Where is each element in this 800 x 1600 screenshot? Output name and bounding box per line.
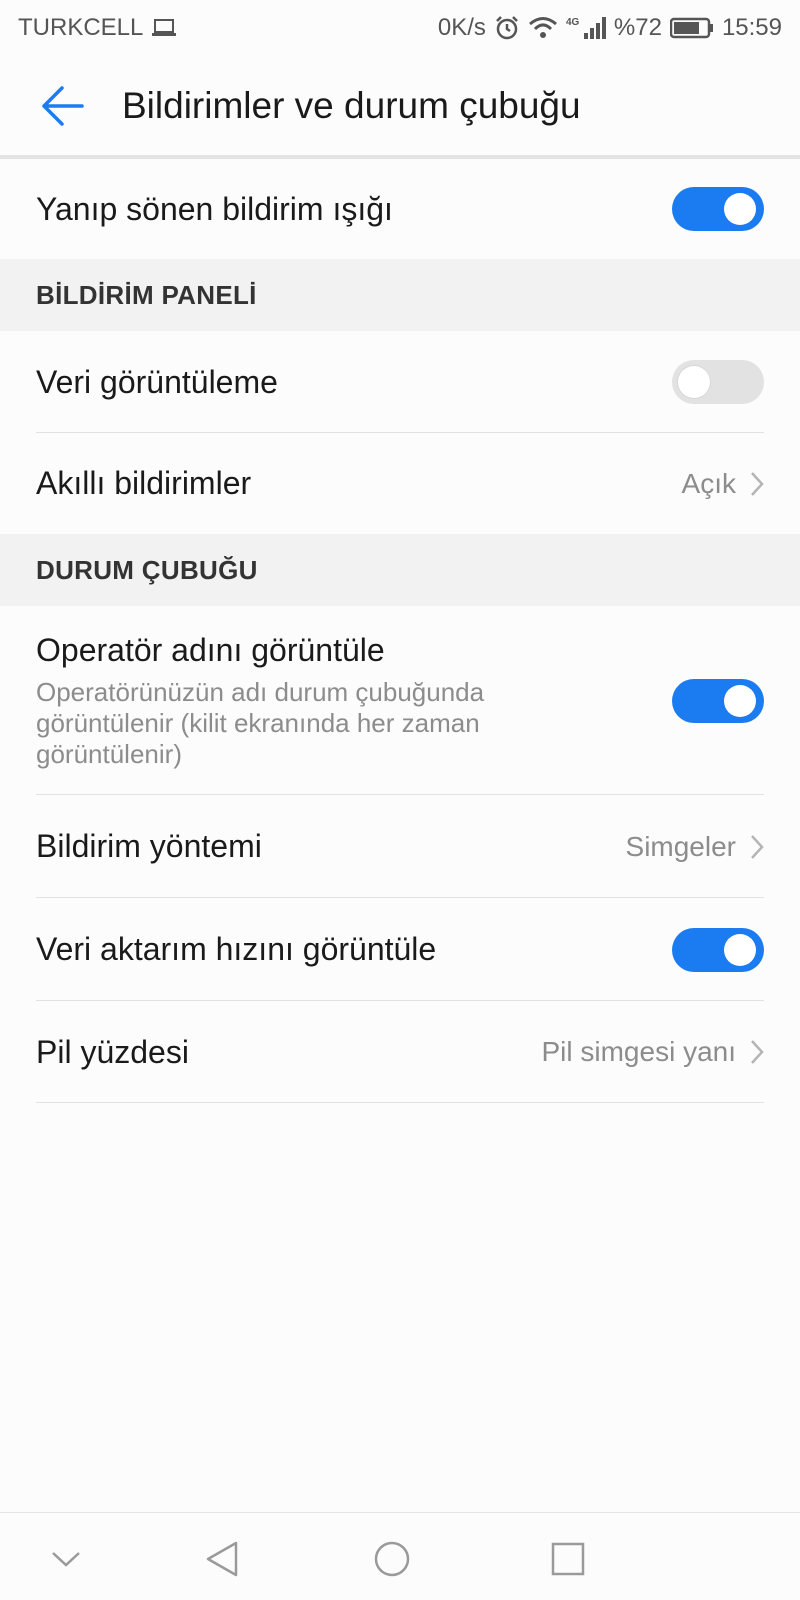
chevron-down-icon <box>52 1552 80 1567</box>
row-operator-name[interactable]: Operatör adını görüntüle Operatörünüzün … <box>0 606 800 795</box>
hide-nav-button[interactable] <box>36 1529 96 1589</box>
section-header-notification-panel: BİLDİRİM PANELİ <box>0 259 800 331</box>
notification-method-label: Bildirim yöntemi <box>36 828 262 864</box>
alarm-icon <box>494 15 520 41</box>
network-type: 4G <box>566 17 580 28</box>
data-speed-toggle[interactable] <box>672 927 764 972</box>
smart-notifications-value: Açık <box>681 467 736 499</box>
row-data-speed[interactable]: Veri aktarım hızını görüntüle <box>0 898 800 1001</box>
toggle-knob <box>724 193 756 225</box>
nav-recents-button[interactable] <box>538 1529 598 1589</box>
section-header-status-bar: DURUM ÇUBUĞU <box>0 534 800 606</box>
smart-notifications-label: Akıllı bildirimler <box>36 465 252 501</box>
chevron-right-icon <box>751 834 764 859</box>
row-battery-percent[interactable]: Pil yüzdesi Pil simgesi yanı <box>0 1001 800 1103</box>
operator-name-label: Operatör adını görüntüle <box>36 631 385 668</box>
nav-home-button[interactable] <box>362 1529 422 1589</box>
row-smart-notifications[interactable]: Akıllı bildirimler Açık <box>0 433 800 534</box>
app-bar: Bildirimler ve durum çubuğu <box>0 56 800 156</box>
blinking-light-label: Yanıp sönen bildirim ışığı <box>36 190 393 227</box>
status-bar: TURKCELL 0K/s 4G %72 15:59 <box>0 0 800 56</box>
navigation-bar <box>0 1512 800 1600</box>
triangle-back-icon <box>206 1541 238 1577</box>
settings-list: Yanıp sönen bildirim ışığı BİLDİRİM PANE… <box>0 159 800 1103</box>
laptop-icon <box>151 17 177 39</box>
toggle-knob <box>724 684 756 717</box>
clock: 15:59 <box>721 14 782 41</box>
nav-back-button[interactable] <box>192 1529 252 1589</box>
operator-name-description: Operatörünüzün adı durum çubuğunda görün… <box>36 676 485 769</box>
page-title: Bildirimler ve durum çubuğu <box>122 85 581 126</box>
operator-name-toggle[interactable] <box>672 678 764 723</box>
row-blinking-light[interactable]: Yanıp sönen bildirim ışığı <box>0 159 800 259</box>
battery-percent: %72 <box>613 14 662 41</box>
back-button[interactable] <box>32 76 92 136</box>
circle-home-icon <box>374 1541 410 1577</box>
row-notification-method[interactable]: Bildirim yöntemi Simgeler <box>0 795 800 898</box>
toggle-knob <box>678 366 710 398</box>
carrier-name: TURKCELL <box>18 14 144 41</box>
network-speed: 0K/s <box>437 14 486 41</box>
chevron-right-icon <box>751 471 764 496</box>
signal-icon: 4G <box>566 15 606 41</box>
data-display-toggle[interactable] <box>672 360 764 404</box>
wifi-icon <box>528 16 558 40</box>
battery-percent-value: Pil simgesi yanı <box>541 1036 736 1067</box>
data-speed-label: Veri aktarım hızını görüntüle <box>36 931 437 967</box>
chevron-right-icon <box>751 1040 764 1064</box>
data-display-label: Veri görüntüleme <box>36 363 278 400</box>
blinking-light-toggle[interactable] <box>672 187 764 231</box>
battery-percent-label: Pil yüzdesi <box>36 1033 189 1070</box>
toggle-knob <box>724 933 756 966</box>
row-data-display[interactable]: Veri görüntüleme <box>0 331 800 433</box>
notification-method-value: Simgeler <box>625 830 736 862</box>
battery-icon <box>669 16 714 40</box>
square-recents-icon <box>551 1542 585 1576</box>
back-arrow-icon <box>42 86 84 126</box>
